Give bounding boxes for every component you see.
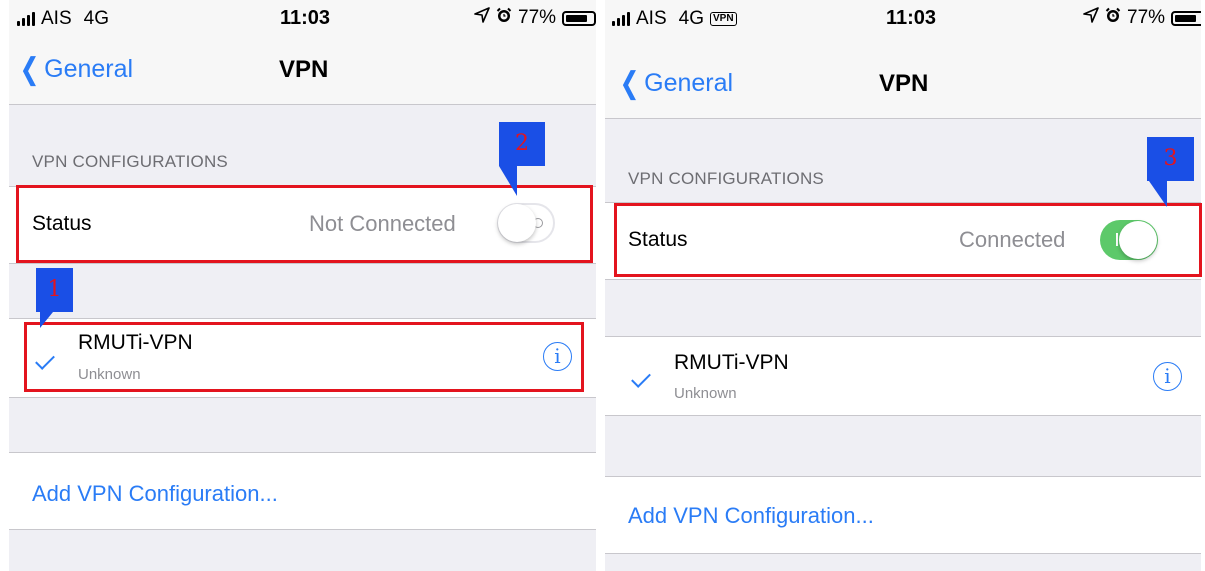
phone-screen-after: AIS 4G VPN 11:03 77% ❮ General VPN VPN C…: [605, 0, 1201, 571]
navigation-bar: ❮ General VPN: [605, 36, 1201, 119]
highlight-status-row-right: [614, 203, 1202, 277]
signal-bars-icon: [17, 12, 35, 26]
status-bar: AIS 4G 11:03 77%: [9, 0, 596, 36]
vpn-config-row[interactable]: RMUTi-VPN Unknown i: [605, 336, 1201, 416]
battery-percent: 77%: [518, 7, 557, 28]
checkmark-icon: [631, 368, 651, 388]
battery-percent: 77%: [1127, 7, 1166, 28]
add-vpn-row[interactable]: Add VPN Configuration...: [9, 452, 596, 530]
status-right: 77%: [1083, 7, 1201, 29]
vpn-badge: VPN: [709, 12, 737, 26]
callout-step-1-pointer: [40, 312, 53, 328]
callout-step-2: 2: [499, 122, 545, 166]
signal-bars-icon: [612, 12, 630, 26]
location-arrow-icon: [1083, 7, 1099, 29]
highlight-status-row-left: [16, 185, 593, 263]
battery-icon: [1171, 10, 1201, 26]
clock: 11:03: [886, 7, 937, 29]
add-vpn-configuration-link[interactable]: Add VPN Configuration...: [628, 503, 874, 529]
callout-step-1: 1: [36, 268, 73, 312]
network-type: 4G: [83, 8, 109, 29]
callout-step-3: 3: [1147, 137, 1194, 181]
status-right: 77%: [474, 7, 596, 29]
navigation-bar: ❮ General VPN: [9, 36, 596, 105]
back-button[interactable]: ❮ General: [17, 52, 134, 87]
info-icon[interactable]: i: [1153, 362, 1182, 391]
page-title: VPN: [279, 56, 329, 83]
clock: 11:03: [280, 7, 331, 29]
vpn-name: RMUTi-VPN: [674, 351, 789, 374]
alarm-clock-icon: [496, 7, 512, 29]
add-vpn-row[interactable]: Add VPN Configuration...: [605, 476, 1201, 554]
carrier-info: AIS 4G VPN: [612, 8, 737, 30]
back-button[interactable]: ❮ General: [617, 66, 734, 101]
highlight-vpn-row-left: [24, 322, 584, 392]
status-bar: AIS 4G VPN 11:03 77%: [605, 0, 1201, 36]
section-header: VPN CONFIGURATIONS: [628, 169, 824, 188]
page-title: VPN: [879, 70, 929, 97]
back-button-label: General: [644, 69, 734, 97]
carrier-name: AIS: [41, 8, 72, 29]
chevron-left-icon: ❮: [19, 53, 40, 86]
carrier-name: AIS: [636, 8, 667, 29]
add-vpn-configuration-link[interactable]: Add VPN Configuration...: [32, 481, 278, 507]
section-header: VPN CONFIGURATIONS: [32, 152, 228, 171]
callout-step-2-pointer: [499, 166, 517, 196]
network-type: 4G: [678, 8, 704, 29]
location-arrow-icon: [474, 7, 490, 29]
callout-step-3-pointer: [1149, 181, 1167, 207]
back-button-label: General: [44, 55, 134, 83]
chevron-left-icon: ❮: [619, 67, 640, 100]
vpn-status-subtitle: Unknown: [674, 385, 737, 402]
alarm-clock-icon: [1105, 7, 1121, 29]
battery-icon: [562, 10, 596, 26]
phone-screen-before: AIS 4G 11:03 77% ❮ General VPN VPN CONFI…: [9, 0, 596, 571]
carrier-info: AIS 4G: [17, 8, 109, 30]
